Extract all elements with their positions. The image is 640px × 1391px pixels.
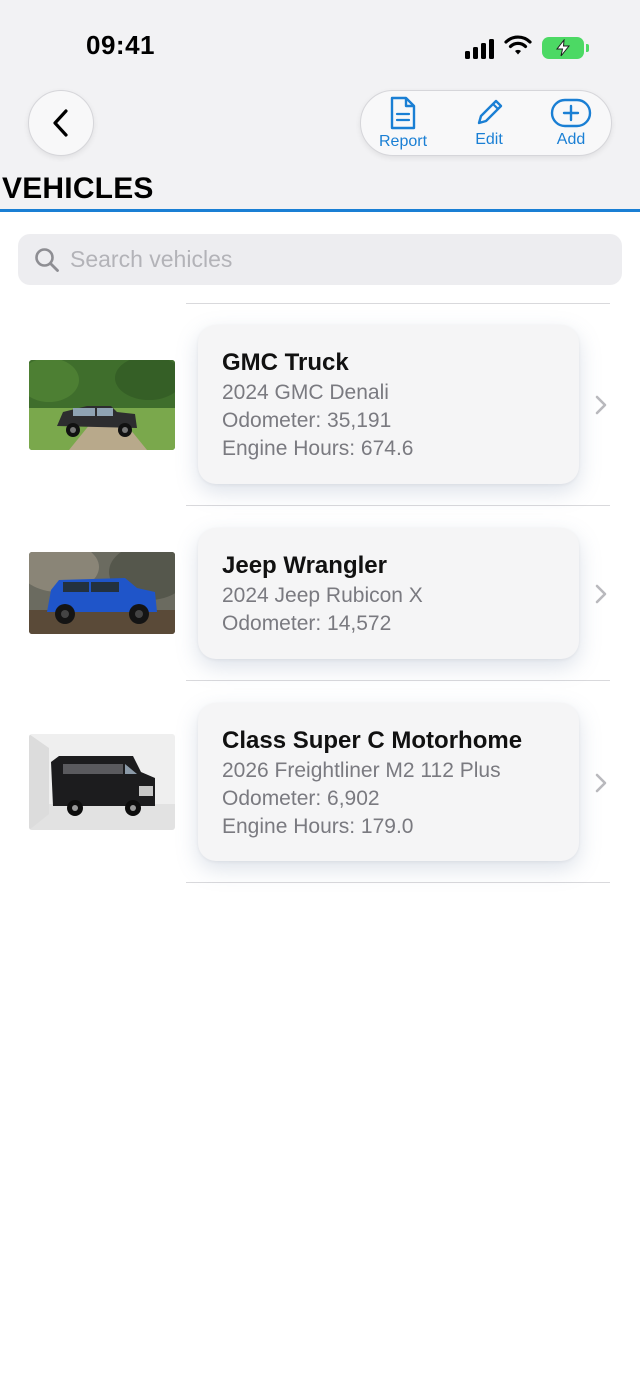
vehicle-card[interactable]: Class Super C Motorhome 2026 Freightline… <box>198 703 579 861</box>
page-title: VEHICLES <box>2 172 154 205</box>
vehicle-name: Jeep Wrangler <box>222 552 387 579</box>
chevron-right-icon <box>595 584 607 604</box>
vehicle-model: 2026 Freightliner M2 112 Plus <box>222 759 501 782</box>
list-divider <box>186 303 610 304</box>
wifi-icon <box>504 34 532 61</box>
vehicle-model: 2024 GMC Denali <box>222 381 389 404</box>
vehicle-card[interactable]: Jeep Wrangler 2024 Jeep Rubicon X Odomet… <box>198 528 579 659</box>
vehicle-engine-hours: Engine Hours: 674.6 <box>222 437 414 460</box>
vehicle-engine-hours: Engine Hours: 179.0 <box>222 815 414 838</box>
chevron-right-icon <box>595 395 607 415</box>
list-divider <box>186 882 610 883</box>
status-icons <box>465 34 589 61</box>
vehicle-photo-gmc-truck <box>29 360 175 450</box>
document-icon <box>390 96 416 130</box>
list-divider <box>186 680 610 681</box>
chevron-left-icon <box>53 109 68 137</box>
search-icon <box>35 247 59 272</box>
vehicle-photo-jeep-wrangler <box>29 552 175 634</box>
vehicle-model: 2024 Jeep Rubicon X <box>222 584 423 607</box>
vehicle-name: GMC Truck <box>222 349 349 376</box>
search-bar[interactable] <box>18 234 622 285</box>
vehicle-odometer: Odometer: 6,902 <box>222 787 380 810</box>
pencil-icon <box>477 99 503 125</box>
status-time: 09:41 <box>86 30 155 60</box>
search-input[interactable] <box>70 246 590 273</box>
vehicle-odometer: Odometer: 35,191 <box>222 409 392 432</box>
cellular-signal-icon <box>465 37 494 59</box>
edit-label: Edit <box>475 131 503 148</box>
plus-circle-icon <box>550 98 592 128</box>
edit-button[interactable]: Edit <box>449 95 529 153</box>
action-toolbar: Report Edit Add <box>360 90 612 156</box>
vehicle-odometer: Odometer: 14,572 <box>222 612 392 635</box>
report-button[interactable]: Report <box>363 95 443 153</box>
vehicle-name: Class Super C Motorhome <box>222 727 523 754</box>
chevron-right-icon <box>595 773 607 793</box>
back-button[interactable] <box>28 90 94 156</box>
report-label: Report <box>378 133 428 150</box>
list-divider <box>186 505 610 506</box>
vehicle-photo-motorhome <box>29 734 175 830</box>
battery-charging-icon <box>542 36 589 59</box>
vehicle-card[interactable]: GMC Truck 2024 GMC Denali Odometer: 35,1… <box>198 325 579 484</box>
add-label: Add <box>556 131 586 148</box>
add-button[interactable]: Add <box>531 95 611 153</box>
vehicles-screen: 09:41 Report Edit Add VEHICLES Search ve… <box>0 0 640 1391</box>
title-underline <box>0 209 640 212</box>
